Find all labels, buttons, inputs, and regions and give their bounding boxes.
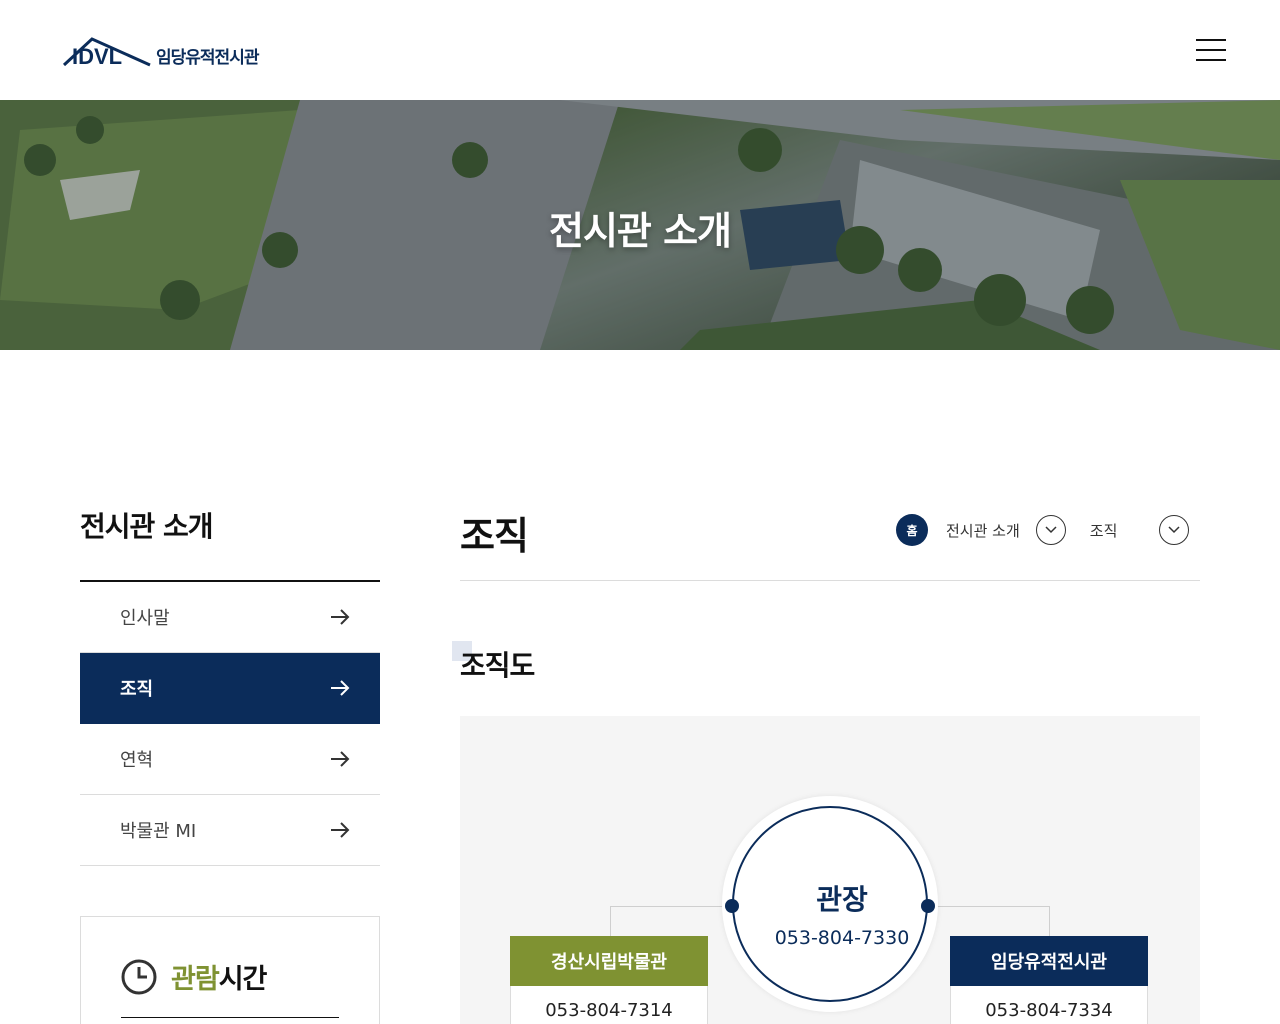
hero-title: 전시관 소개 [548, 209, 732, 253]
viewing-hours-box: 관람시간 [80, 916, 380, 1024]
logo-mark-icon: IDVL [62, 37, 151, 67]
org-connector-dot [725, 899, 739, 913]
sidebar-item-museum-mi[interactable]: 박물관 MI [80, 795, 380, 866]
sidebar-item-history[interactable]: 연혁 [80, 724, 380, 795]
divider [121, 1017, 339, 1018]
site-header: IDVL 임당유적전시관 [0, 0, 1280, 100]
section-title: 조직도 [460, 649, 535, 682]
hamburger-bar [1196, 49, 1226, 51]
breadcrumb-level2[interactable]: 조직 [1090, 520, 1118, 541]
viewing-hours-title: 관람시간 [171, 957, 268, 996]
breadcrumb-level2-dropdown-button[interactable] [1159, 515, 1190, 545]
org-chart: 관장 053-804-7330 경산시립박물관 053-804-7314 임당유… [460, 716, 1200, 1024]
sidebar-item-label: 인사말 [120, 608, 170, 629]
hamburger-menu-button[interactable] [1196, 38, 1226, 62]
arrow-right-icon [331, 822, 350, 838]
home-icon[interactable]: 홈 [896, 514, 928, 546]
sidebar-item-organization[interactable]: 조직 [80, 653, 380, 724]
org-node-name: 임당유적전시관 [950, 936, 1148, 986]
org-node-imdang-exhibition: 임당유적전시관 053-804-7334 [950, 936, 1148, 1024]
viewing-hours-title-accent: 관람 [171, 964, 220, 995]
chevron-down-icon [1168, 526, 1180, 534]
clock-icon [121, 959, 157, 994]
divider [460, 580, 1200, 581]
sidebar-item-label: 연혁 [120, 750, 154, 771]
site-logo[interactable]: IDVL 임당유적전시관 [62, 34, 259, 68]
org-node-phone: 053-804-7314 [510, 986, 708, 1024]
arrow-right-icon [331, 680, 350, 696]
org-head-title: 관장 [816, 883, 868, 916]
breadcrumb-level1[interactable]: 전시관 소개 [946, 520, 1020, 541]
org-connector-dot [921, 899, 935, 913]
sidebar-item-label: 박물관 MI [120, 821, 197, 842]
viewing-hours-title-rest: 시간 [218, 964, 268, 995]
viewing-hours-header: 관람시간 [121, 957, 268, 996]
org-head-ring: 관장 053-804-7330 [732, 806, 928, 1002]
org-head-phone: 053-804-7330 [774, 927, 910, 949]
page-title: 조직 [460, 514, 529, 558]
org-head-node: 관장 053-804-7330 [722, 796, 938, 1012]
hamburger-bar [1196, 39, 1226, 41]
hamburger-bar [1196, 59, 1226, 61]
org-connector-left [610, 906, 732, 938]
sidebar-menu: 인사말 조직 연혁 박물관 MI [80, 580, 380, 866]
breadcrumb: 홈 전시관 소개 조직 [896, 514, 1190, 546]
sidebar-item-greeting[interactable]: 인사말 [80, 582, 380, 653]
breadcrumb-level1-dropdown-button[interactable] [1035, 515, 1066, 545]
org-node-gyeongsan-museum: 경산시립박물관 053-804-7314 [510, 936, 708, 1024]
hero-banner: 전시관 소개 [0, 100, 1280, 350]
svg-text:IDVL: IDVL [72, 44, 122, 67]
org-node-phone: 053-804-7334 [950, 986, 1148, 1024]
arrow-right-icon [331, 609, 350, 625]
arrow-right-icon [331, 751, 350, 767]
sidebar-item-label: 조직 [120, 679, 154, 700]
logo-text: 임당유적전시관 [156, 47, 259, 68]
chevron-down-icon [1045, 526, 1057, 534]
sidebar-title: 전시관 소개 [80, 510, 214, 543]
org-node-name: 경산시립박물관 [510, 936, 708, 986]
